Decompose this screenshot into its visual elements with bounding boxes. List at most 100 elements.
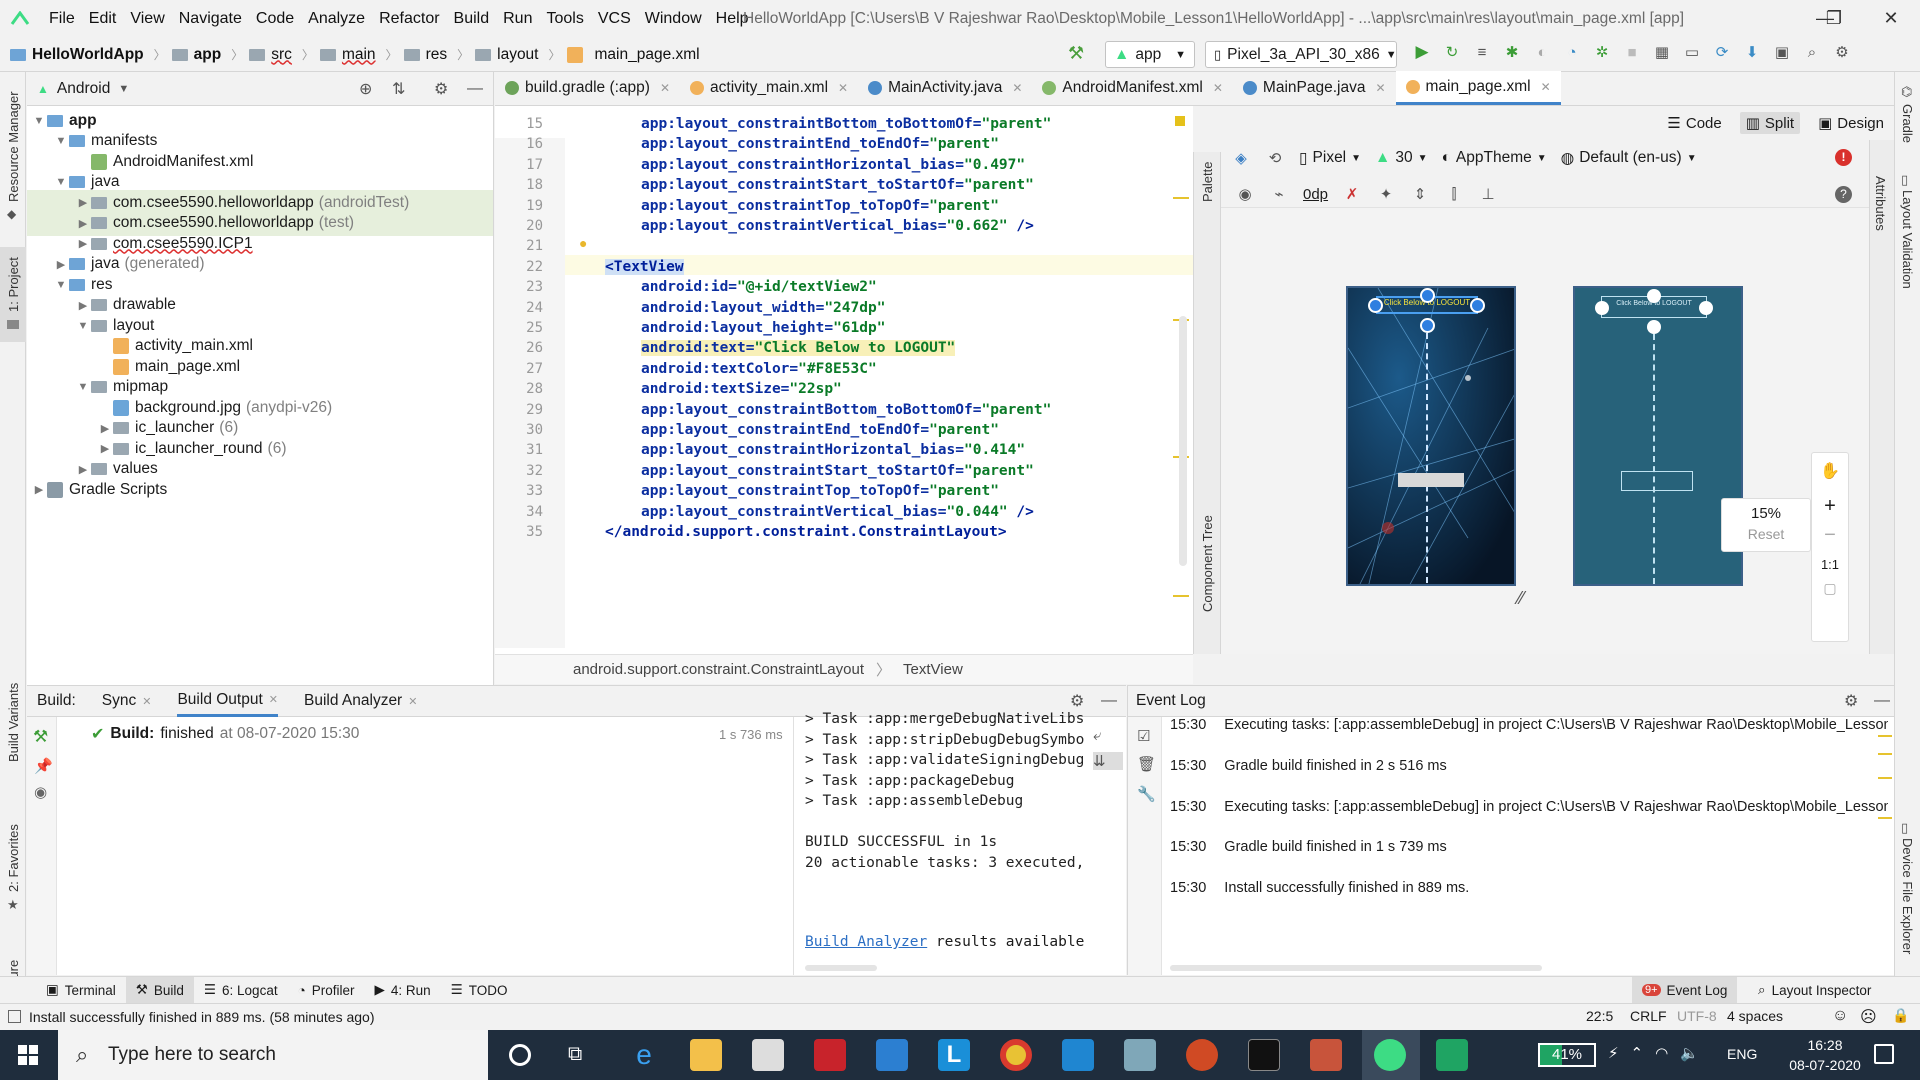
soft-wrap-icon[interactable]: ⤶ (1093, 727, 1123, 744)
event-hscrollbar[interactable] (1170, 965, 1542, 971)
blueprint-button[interactable] (1621, 471, 1693, 491)
gear-icon[interactable]: ⚙ (1070, 691, 1084, 711)
scroll-end-icon[interactable]: ⇊ (1093, 752, 1123, 770)
error-icon[interactable]: ! (1835, 149, 1852, 166)
menu-vcs[interactable]: VCS (591, 10, 638, 28)
chevron-right-icon[interactable]: ▶ (75, 237, 91, 250)
project-structure-icon[interactable]: ▦ (1652, 42, 1672, 62)
menu-analyze[interactable]: Analyze (301, 10, 372, 28)
design-mode-button[interactable]: ▣ Design (1818, 114, 1884, 133)
chevron-right-icon[interactable]: ▶ (75, 299, 91, 312)
resize-handle-icon[interactable]: ⁄⁄ (1518, 588, 1524, 609)
event-log-tab[interactable]: 9+ Event Log (1632, 977, 1738, 1003)
breadcrumb-item[interactable]: android.support.constraint.ConstraintLay… (573, 661, 864, 678)
favorites-tab[interactable]: 2: Favorites (6, 824, 21, 892)
pan-icon[interactable]: ✋ (1812, 461, 1848, 481)
editor-tab[interactable]: main_page.xml ✕ (1395, 71, 1561, 105)
zoom-reset-button[interactable]: Reset (1722, 526, 1810, 542)
device-select[interactable]: ▯ Pixel_3a_API_30_x86 ▼ (1205, 41, 1397, 68)
build-hscrollbar[interactable] (805, 965, 877, 971)
apply-changes-icon[interactable]: ↻ (1442, 42, 1462, 62)
todo-tab[interactable]: ☰ TODO (441, 982, 518, 998)
build-variants-tab[interactable]: Build Variants (6, 683, 21, 762)
avd-manager-icon[interactable]: ▭ (1682, 42, 1702, 62)
chevron-down-icon[interactable]: ▼ (118, 83, 129, 95)
menu-file[interactable]: File (42, 10, 82, 28)
debug-icon[interactable]: ✱ (1502, 42, 1522, 62)
split-mode-button[interactable]: ▥ Split (1739, 112, 1801, 134)
terminal-tab[interactable]: ▣ Terminal (36, 982, 126, 998)
app-grid-icon[interactable] (1310, 1039, 1342, 1071)
hide-icon[interactable]: — (467, 80, 483, 98)
wifi-icon[interactable]: ◠ (1655, 1044, 1668, 1062)
mark-read-icon[interactable]: ☑ (1137, 727, 1161, 745)
gear-icon[interactable]: ⚙ (1844, 691, 1858, 711)
close-button[interactable]: ✕ (1879, 8, 1903, 30)
device-file-explorer-tab[interactable]: Device File Explorer (1900, 838, 1915, 954)
menu-refactor[interactable]: Refactor (372, 10, 446, 28)
menu-edit[interactable]: Edit (82, 10, 124, 28)
file-explorer-icon[interactable] (690, 1039, 722, 1071)
status-message[interactable]: Install successfully finished in 889 ms.… (29, 1009, 375, 1025)
zoom-out-icon[interactable]: − (1812, 524, 1848, 547)
event-entry[interactable]: 15:30 Executing tasks: [:app:assembleDebu… (1170, 799, 1888, 815)
feedback-happy-icon[interactable]: ☺ (1832, 1007, 1848, 1025)
menu-window[interactable]: Window (638, 10, 709, 28)
help-icon[interactable]: ? (1835, 186, 1852, 203)
default-margin-button[interactable]: 0dp (1303, 186, 1328, 203)
close-icon[interactable]: ✕ (142, 695, 151, 708)
chevron-down-icon[interactable]: ▼ (53, 176, 69, 188)
run-icon[interactable]: ▶ (1412, 42, 1432, 62)
logout-button-preview[interactable] (1398, 473, 1464, 487)
pack-icon[interactable]: ⇕ (1410, 184, 1430, 204)
run-config-select[interactable]: ▲ app ▼ (1105, 41, 1195, 68)
line-separator[interactable]: CRLF (1630, 1008, 1667, 1024)
code-editor[interactable]: 15 16 17 18 19 20 21 22 23 24 25 26 27 28 29 30 31 32 33 34… (495, 106, 1193, 684)
close-icon[interactable]: ✕ (1541, 80, 1551, 94)
hide-icon[interactable]: — (1101, 692, 1117, 710)
gradle-tab[interactable]: Gradle (1900, 104, 1915, 143)
gear-icon[interactable]: ⚙ (434, 79, 448, 99)
editor-tab[interactable]: AndroidManifest.xml ✕ (1032, 71, 1232, 105)
constraint-handle[interactable] (1470, 298, 1485, 313)
chevron-right-icon[interactable]: ▶ (97, 422, 113, 435)
apply-code-icon[interactable]: ≡ (1472, 42, 1492, 62)
breadcrumb-item[interactable]: HelloWorldApp (10, 46, 144, 64)
chevron-up-icon[interactable]: ⌃ (1631, 1044, 1644, 1062)
chevron-right-icon[interactable]: ▶ (97, 442, 113, 455)
mail-icon[interactable] (876, 1039, 908, 1071)
breadcrumb-item[interactable]: app (171, 46, 221, 64)
constraint-handle[interactable] (1420, 288, 1435, 303)
code-mode-button[interactable]: ☰ Code (1667, 114, 1721, 133)
bulb-icon[interactable]: ● (579, 235, 587, 251)
trash-icon[interactable]: 🗑 (1137, 755, 1161, 773)
tab-sync[interactable]: Sync ✕ (102, 692, 152, 710)
constraint-handle[interactable] (1595, 301, 1609, 315)
caret-position[interactable]: 22:5 (1586, 1008, 1613, 1024)
tree-item[interactable]: ▶ Gradle Scripts (27, 477, 493, 502)
notifications-icon[interactable] (1874, 1044, 1894, 1064)
zoom-in-icon[interactable]: + (1812, 495, 1848, 518)
align-icon[interactable]: ⫿ (1444, 184, 1464, 204)
resource-manager-tab[interactable]: Resource Manager (6, 91, 21, 202)
infer-constraints-icon[interactable]: ✦ (1376, 184, 1396, 204)
event-entry[interactable]: 15:30 Executing tasks: [:app:assembleDebu… (1170, 717, 1888, 733)
locale-dropdown[interactable]: ◍ Default (en-us) ▼ (1561, 149, 1697, 168)
notes-icon[interactable] (1124, 1039, 1156, 1071)
breadcrumb-item[interactable]: res (403, 46, 447, 64)
tab-build-analyzer[interactable]: Build Analyzer ✕ (304, 692, 417, 710)
windows-start-icon[interactable] (18, 1045, 38, 1065)
layers-icon[interactable]: ◈ (1231, 148, 1251, 168)
layout-validation-tab[interactable]: Layout Validation (1900, 190, 1915, 289)
device-dropdown[interactable]: ▯ Pixel ▼ (1299, 149, 1361, 168)
hide-icon[interactable]: — (1874, 692, 1890, 710)
wrench-icon[interactable]: 🔧 (1137, 785, 1161, 803)
zoom-actual-button[interactable]: 1:1 (1812, 557, 1848, 572)
spreadsheet-icon[interactable] (1436, 1039, 1468, 1071)
clear-constraints-icon[interactable]: ✗ (1342, 184, 1362, 204)
restore-button[interactable]: ❐ (1822, 8, 1846, 30)
plug-icon[interactable]: ⚡ (1608, 1044, 1619, 1062)
breadcrumb-item[interactable]: layout (475, 46, 539, 64)
design-canvas[interactable]: Click Below to LOGOUT Click Below to LOG… (1221, 208, 1869, 654)
run-tab[interactable]: ▶ 4: Run (365, 982, 441, 998)
